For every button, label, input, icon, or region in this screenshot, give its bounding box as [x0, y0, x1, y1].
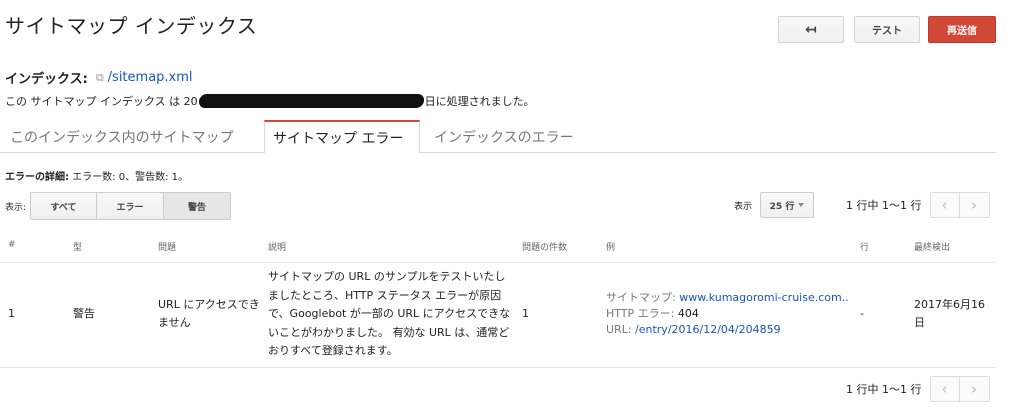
chevron-left-icon: ‹ — [941, 380, 948, 398]
column-header-description[interactable]: 説明 — [268, 240, 286, 253]
processed-prefix: この サイトマップ インデックス は 20 — [5, 95, 198, 108]
example-url-link[interactable]: /entry/2016/12/04/204859 — [635, 323, 781, 336]
prev-page-button-bottom[interactable]: ‹ — [929, 376, 960, 402]
filter-all-button[interactable]: すべて — [31, 193, 98, 219]
index-label: インデックス: — [5, 72, 88, 87]
example-url-label: URL: — [606, 323, 632, 336]
pager-range-bottom: 1 行中 1～1 行 — [846, 383, 922, 396]
row-description: サイトマップの URL のサンプルをテストいたしましたところ、HTTP ステータ… — [268, 270, 511, 357]
page-title: サイトマップ インデックス — [5, 14, 258, 38]
pager-bottom: 1 行中 1～1 行 ‹ › — [846, 376, 990, 402]
filter-group: 表示: すべて エラー 警告 — [5, 192, 232, 220]
row-number: 1 — [8, 307, 15, 320]
row-divider — [0, 367, 996, 368]
row-last-detected: 2017年6月16日 — [914, 298, 985, 329]
test-button[interactable]: テスト — [854, 16, 920, 43]
filter-warnings-button[interactable]: 警告 — [164, 193, 231, 219]
example-sitemap-link[interactable]: www.kumagoromi-cruise.com.. — [679, 291, 848, 304]
filter-label: 表示: — [5, 202, 27, 213]
pager-range: 1 行中 1～1 行 — [846, 199, 922, 212]
row-count: 1 — [522, 307, 529, 320]
column-header-count[interactable]: 問題の件数 — [522, 240, 567, 253]
row-issue: URL にアクセスできません — [158, 298, 260, 329]
column-header-last-detected[interactable]: 最終検出 — [914, 240, 950, 253]
processed-status: この サイトマップ インデックス は 20 日に処理されました。 — [5, 93, 535, 109]
chevron-down-icon — [798, 203, 805, 207]
example-http-value: 404 — [677, 307, 699, 320]
back-button[interactable]: ↤ — [778, 16, 844, 43]
next-page-button-bottom[interactable]: › — [959, 376, 990, 402]
external-link-icon: ⧉ — [95, 70, 104, 84]
tab-sitemap-errors[interactable]: サイトマップ エラー — [264, 120, 420, 154]
error-summary-text: エラー数: 0、警告数: 1。 — [69, 172, 188, 183]
error-summary: エラーの詳細: エラー数: 0、警告数: 1。 — [5, 168, 188, 183]
column-header-example[interactable]: 例 — [606, 240, 615, 253]
page-size-value: 25 行 — [769, 201, 795, 212]
column-header-number[interactable]: # — [8, 240, 16, 250]
page-size-dropdown[interactable]: 25 行 — [760, 192, 815, 218]
row-line: - — [860, 307, 864, 320]
chevron-left-icon: ‹ — [941, 196, 948, 214]
index-line: インデックス: ⧉ /sitemap.xml — [5, 68, 193, 87]
sitemap-link[interactable]: /sitemap.xml — [108, 70, 193, 85]
header-divider — [0, 262, 996, 263]
column-header-type[interactable]: 型 — [73, 240, 82, 253]
error-summary-label: エラーの詳細: — [5, 172, 69, 183]
column-header-line[interactable]: 行 — [860, 240, 869, 253]
chevron-right-icon: › — [971, 380, 977, 398]
example-http-label: HTTP エラー: — [606, 307, 675, 320]
pager-top: 1 行中 1～1 行 ‹ › — [846, 192, 990, 218]
page-size-control: 表示 25 行 — [734, 192, 815, 218]
filter-segmented-control: すべて エラー 警告 — [30, 192, 232, 220]
prev-page-button[interactable]: ‹ — [929, 192, 960, 218]
page-size-label: 表示 — [734, 201, 753, 212]
row-type: 警告 — [73, 307, 95, 320]
row-example: サイトマップ: www.kumagoromi-cruise.com.. HTTP… — [606, 290, 849, 338]
processed-suffix: 日に処理されました。 — [424, 95, 535, 108]
tab-index-errors[interactable]: インデックスのエラー — [424, 120, 584, 153]
back-arrow-icon: ↤ — [805, 21, 817, 38]
tab-sitemaps-in-index[interactable]: このインデックス内のサイトマップ — [0, 120, 244, 153]
chevron-right-icon: › — [971, 196, 977, 214]
column-header-issue[interactable]: 問題 — [158, 240, 176, 253]
filter-errors-button[interactable]: エラー — [97, 193, 165, 219]
resend-button[interactable]: 再送信 — [928, 16, 996, 43]
example-sitemap-label: サイトマップ: — [606, 291, 676, 304]
tab-bar: このインデックス内のサイトマップ サイトマップ エラー インデックスのエラー — [0, 120, 996, 154]
next-page-button[interactable]: › — [959, 192, 990, 218]
redaction-mark — [197, 94, 425, 108]
